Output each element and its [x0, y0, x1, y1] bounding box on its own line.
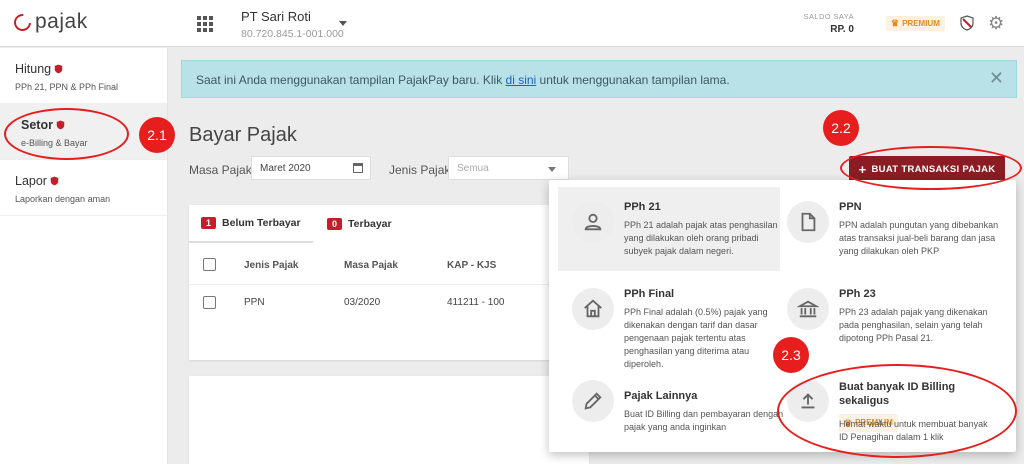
banner-text: Saat ini Anda menggunakan tampilan Pajak… [196, 73, 730, 87]
menu-item-title: PPh 23 [839, 288, 876, 300]
annotation-ring-cta [840, 146, 1022, 190]
masa-pajak-field[interactable]: Maret 2020 [251, 156, 371, 180]
shield-icon[interactable] [960, 15, 974, 31]
logo-text: pajak [35, 10, 88, 33]
cell-jenis-pajak: PPN [244, 297, 265, 308]
tab-count: 0 [327, 218, 343, 230]
menu-item-title: PPh 21 [624, 201, 661, 213]
menu-item-title: PPh Final [624, 288, 675, 300]
annotation-marker-2-2: 2.2 [823, 110, 859, 146]
menu-item-pph21[interactable]: PPh 21 PPh 21 adalah pajak atas penghasi… [558, 187, 780, 271]
menu-item-desc: PPh 21 adalah pajak atas penghasilan yan… [624, 220, 778, 256]
menu-item-desc: PPh Final adalah (0.5%) pajak yang diken… [624, 307, 768, 369]
document-icon [787, 201, 829, 243]
info-banner: Saat ini Anda menggunakan tampilan Pajak… [181, 60, 1017, 98]
tab-label: Belum Terbayar [222, 217, 301, 229]
jenis-pajak-placeholder: Semua [457, 163, 489, 174]
shield-icon [50, 176, 59, 186]
menu-item-desc: PPh 23 adalah pajak yang dikenakan pada … [839, 307, 988, 343]
app-grid-icon[interactable] [197, 16, 213, 32]
premium-label: PREMIUM [902, 19, 940, 28]
menu-item-desc: Buat ID Billing dan pembayaran dengan pa… [624, 409, 784, 432]
masa-pajak-value: Maret 2020 [260, 163, 311, 174]
shield-icon [54, 64, 63, 74]
menu-item-ppn[interactable]: PPN PPN adalah pungutan yang dibebankan … [779, 187, 1009, 271]
saldo-display: SALDO SAYA RP. 0 [804, 12, 854, 35]
annotation-marker-2-3: 2.3 [773, 337, 809, 373]
chevron-down-icon [548, 167, 556, 172]
column-header: Masa Pajak [344, 260, 398, 271]
menu-item-title: PPN [839, 201, 862, 213]
pajak-logo[interactable]: pajak [10, 10, 88, 34]
select-all-checkbox[interactable] [203, 258, 216, 271]
saldo-label: SALDO SAYA [803, 12, 854, 21]
calendar-icon [353, 163, 363, 173]
pencil-icon [572, 380, 614, 422]
sidebar-item-lapor[interactable]: Lapor Laporkan dengan aman [0, 160, 167, 216]
column-header: Jenis Pajak [244, 260, 299, 271]
company-switcher[interactable]: PT Sari Roti 80.720.845.1-001.000 [241, 9, 344, 40]
menu-item-pph23[interactable]: PPh 23 PPh 23 adalah pajak yang dikenaka… [779, 274, 1009, 366]
page-title: Bayar Pajak [189, 124, 297, 146]
close-icon[interactable]: ✕ [989, 68, 1004, 89]
tab-label: Terbayar [348, 218, 392, 230]
annotation-marker-2-1: 2.1 [139, 117, 175, 153]
tab-belum-terbayar[interactable]: 1 Belum Terbayar [189, 205, 313, 243]
secondary-card [189, 376, 589, 464]
premium-badge[interactable]: ♛ PREMIUM [886, 16, 945, 31]
column-header: KAP - KJS [447, 260, 497, 271]
crown-icon: ♛ [891, 18, 900, 28]
cell-kap-kjs: 411211 - 100 [447, 297, 505, 308]
company-npwp: 80.720.845.1-001.000 [241, 28, 344, 40]
sidebar-item-hitung[interactable]: Hitung PPh 21, PPN & PPh Final [0, 48, 167, 104]
saldo-value: RP. 0 [830, 24, 854, 35]
menu-item-pajak-lainnya[interactable]: Pajak Lainnya Buat ID Billing dan pembay… [558, 372, 783, 446]
tab-count: 1 [201, 217, 217, 229]
jenis-pajak-label: Jenis Pajak [389, 163, 451, 177]
tab-terbayar[interactable]: 0 Terbayar [315, 205, 404, 243]
billing-table-card: 1 Belum Terbayar 0 Terbayar Jenis Pajak … [189, 205, 589, 360]
banner-text-after: untuk menggunakan tampilan lama. [536, 73, 730, 87]
row-checkbox[interactable] [203, 296, 216, 309]
annotation-ring-bulk [777, 364, 1017, 458]
logo-ring-icon [10, 10, 35, 34]
person-icon [572, 201, 614, 243]
caret-down-icon[interactable] [339, 21, 347, 26]
menu-item-title: Pajak Lainnya [624, 390, 698, 402]
masa-pajak-label: Masa Pajak [189, 163, 252, 177]
jenis-pajak-select[interactable]: Semua [448, 156, 569, 180]
company-name: PT Sari Roti [241, 9, 311, 24]
annotation-ring-setor [4, 108, 129, 160]
table-header: Jenis Pajak Masa Pajak KAP - KJS [189, 245, 589, 285]
sidebar-item-subtitle: Laporkan dengan aman [15, 194, 111, 204]
table-row[interactable]: PPN 03/2020 411211 - 100 [189, 285, 589, 323]
top-bar: pajak PT Sari Roti 80.720.845.1-001.000 … [0, 0, 1024, 47]
sidebar-item-subtitle: PPh 21, PPN & PPh Final [15, 82, 119, 92]
sidebar-item-title: Hitung [15, 62, 52, 76]
gear-icon[interactable]: ⚙ [988, 14, 1004, 32]
sidebar-item-title: Lapor [15, 174, 47, 188]
home-icon [572, 288, 614, 330]
bank-icon [787, 288, 829, 330]
old-view-link[interactable]: di sini [506, 73, 537, 87]
menu-item-pph-final[interactable]: PPh Final PPh Final adalah (0.5%) pajak … [558, 274, 780, 369]
banner-text-before: Saat ini Anda menggunakan tampilan Pajak… [196, 73, 506, 87]
cell-masa-pajak: 03/2020 [344, 297, 381, 308]
menu-item-desc: PPN adalah pungutan yang dibebankan atas… [839, 220, 999, 256]
